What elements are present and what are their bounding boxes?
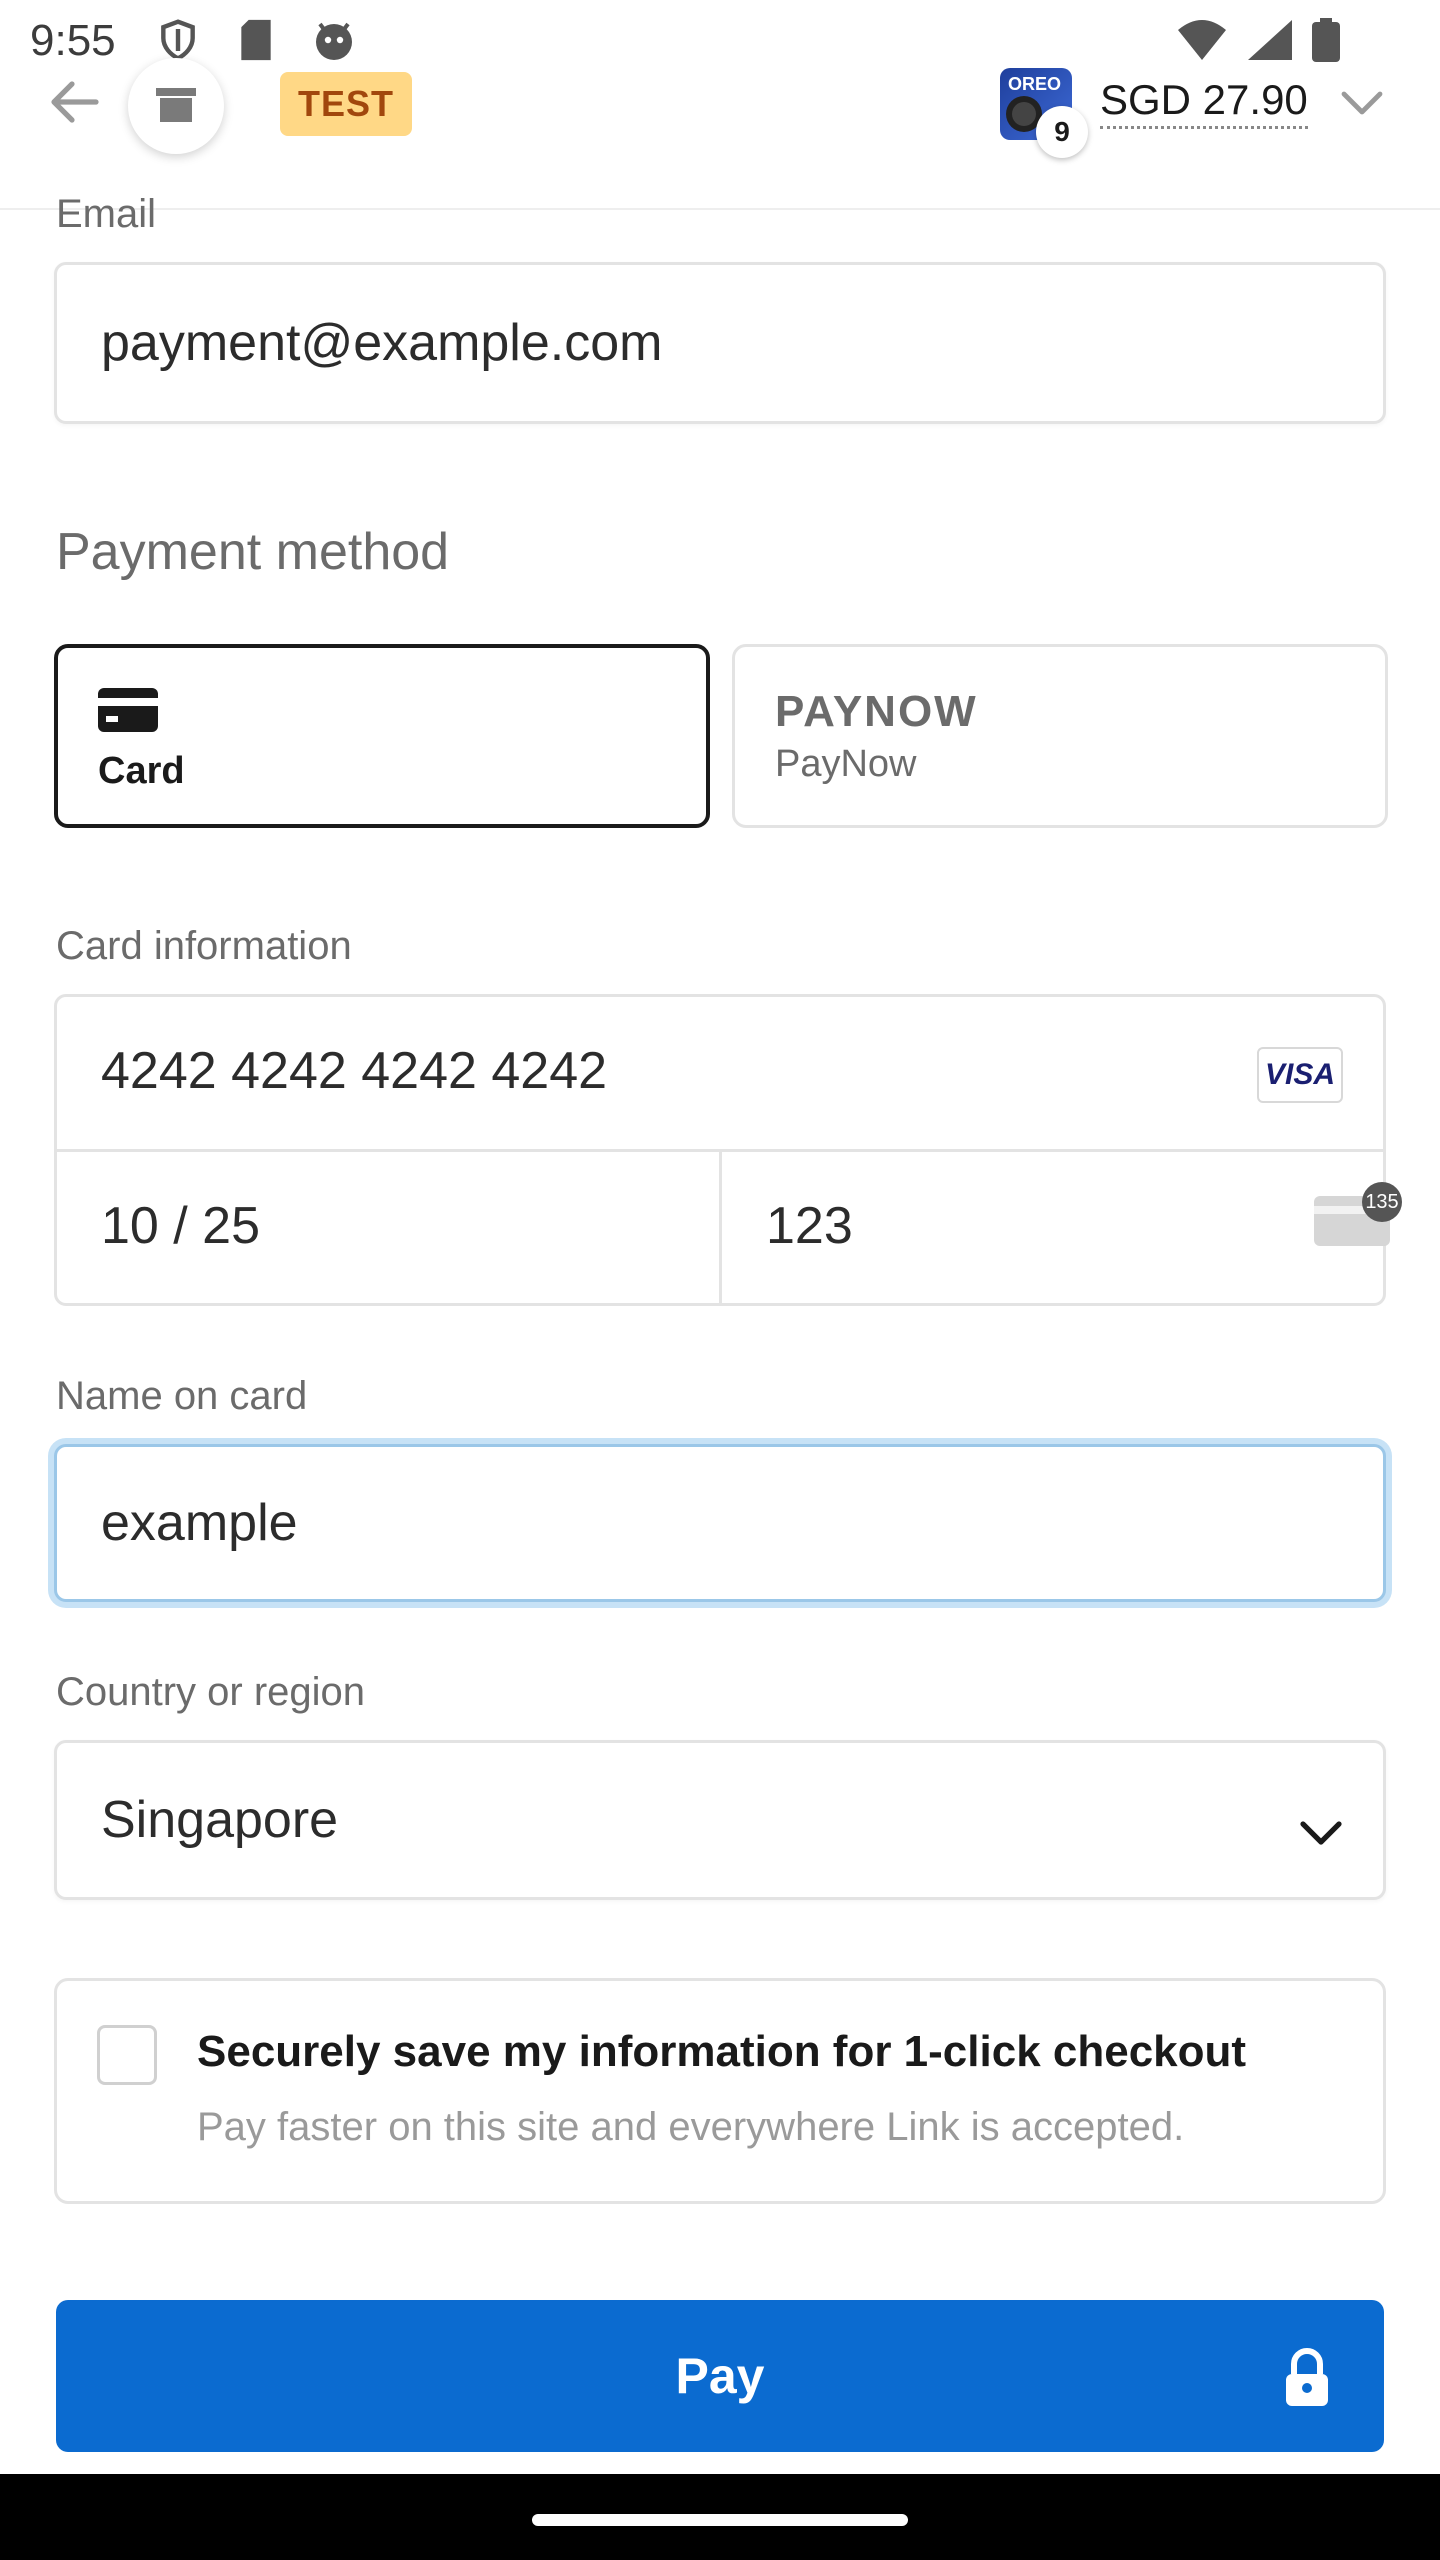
card-tab-label: Card: [98, 750, 185, 792]
store-button[interactable]: [128, 58, 224, 154]
chevron-down-icon: [1299, 1803, 1343, 1863]
payment-method-card-tab[interactable]: Card: [54, 644, 710, 828]
name-value: example: [101, 1494, 298, 1552]
order-summary-toggle[interactable]: [1340, 88, 1384, 120]
expiry-input[interactable]: 10 / 25: [57, 1152, 719, 1306]
checkout-header: TEST OREO 9 SGD 27.90: [0, 0, 1440, 210]
payment-method-title: Payment method: [56, 523, 450, 581]
test-mode-badge: TEST: [280, 72, 413, 136]
name-label: Name on card: [56, 1374, 308, 1418]
paynow-logo: PAYNOW: [775, 687, 978, 736]
back-button[interactable]: [48, 80, 108, 130]
card-number-value: 4242 4242 4242 4242: [101, 1042, 608, 1100]
payment-method-paynow-tab[interactable]: PAYNOW PayNow: [732, 644, 1388, 828]
save-info-subtitle: Pay faster on this site and everywhere L…: [197, 2105, 1185, 2149]
chevron-down-icon: [1340, 91, 1384, 124]
pay-button[interactable]: Pay: [56, 2300, 1384, 2452]
product-thumb-text: OREO: [1008, 74, 1062, 94]
arrow-left-icon: [48, 81, 100, 128]
cvc-value: 123: [766, 1197, 853, 1255]
order-total[interactable]: SGD 27.90: [1100, 76, 1308, 129]
email-value: payment@example.com: [101, 314, 663, 372]
system-navigation-bar: [0, 2474, 1440, 2560]
email-label: Email: [56, 192, 157, 236]
country-label: Country or region: [56, 1670, 366, 1714]
save-info-box: Securely save my information for 1-click…: [54, 1978, 1386, 2204]
country-value: Singapore: [101, 1791, 339, 1849]
card-number-input[interactable]: 4242 4242 4242 4242 VISA: [57, 997, 1383, 1149]
lock-icon: [1282, 2348, 1332, 2413]
cvc-input[interactable]: 123 135: [722, 1152, 1402, 1306]
paynow-tab-label: PayNow: [775, 743, 917, 785]
card-info-label: Card information: [56, 924, 352, 968]
expiry-value: 10 / 25: [101, 1197, 261, 1255]
country-select[interactable]: Singapore: [54, 1740, 1386, 1900]
save-info-checkbox[interactable]: [97, 2025, 157, 2085]
card-info-block: 4242 4242 4242 4242 VISA 10 / 25 123 135: [54, 994, 1402, 1306]
name-on-card-input[interactable]: example: [54, 1444, 1386, 1602]
quantity-badge: 9: [1036, 106, 1088, 158]
save-info-title: Securely save my information for 1-click…: [197, 2027, 1247, 2076]
cvc-badge: 135: [1362, 1182, 1402, 1222]
store-icon: [154, 84, 198, 129]
visa-brand-icon: VISA: [1257, 1047, 1343, 1103]
pay-button-label: Pay: [675, 2348, 765, 2404]
card-icon: [98, 688, 158, 737]
home-gesture-handle[interactable]: [532, 2514, 908, 2526]
email-field[interactable]: payment@example.com: [54, 262, 1386, 424]
